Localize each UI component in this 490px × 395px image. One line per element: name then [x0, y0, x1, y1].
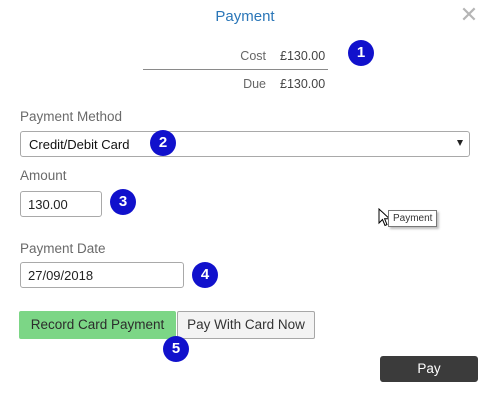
- cost-value: £130.00: [280, 49, 326, 63]
- payment-method-value: Credit/Debit Card: [29, 137, 130, 152]
- summary-divider: [143, 69, 328, 70]
- close-icon[interactable]: ✕: [459, 4, 479, 26]
- amount-input[interactable]: 130.00: [20, 191, 102, 217]
- record-card-payment-button[interactable]: Record Card Payment: [19, 311, 176, 339]
- payment-method-label: Payment Method: [20, 109, 123, 124]
- step-badge-5: 5: [163, 336, 189, 362]
- step-badge-4: 4: [192, 262, 218, 288]
- amount-value: 130.00: [28, 197, 68, 212]
- payment-method-select[interactable]: Credit/Debit Card: [20, 131, 470, 157]
- dropdown-arrow-icon: [457, 140, 463, 146]
- step-badge-1: 1: [348, 40, 374, 66]
- pay-with-card-now-button[interactable]: Pay With Card Now: [177, 311, 315, 339]
- cost-label: Cost: [240, 49, 266, 63]
- step-badge-3: 3: [110, 189, 136, 215]
- tooltip: Payment: [388, 210, 438, 227]
- payment-date-value: 27/09/2018: [28, 268, 94, 283]
- due-value: £130.00: [280, 77, 326, 91]
- due-label: Due: [243, 77, 266, 91]
- dialog-title: Payment: [215, 8, 275, 25]
- step-badge-2: 2: [150, 130, 176, 156]
- payment-date-label: Payment Date: [20, 241, 106, 256]
- pay-button[interactable]: Pay: [380, 356, 478, 382]
- payment-date-input[interactable]: 27/09/2018: [20, 262, 184, 288]
- amount-label: Amount: [20, 168, 67, 183]
